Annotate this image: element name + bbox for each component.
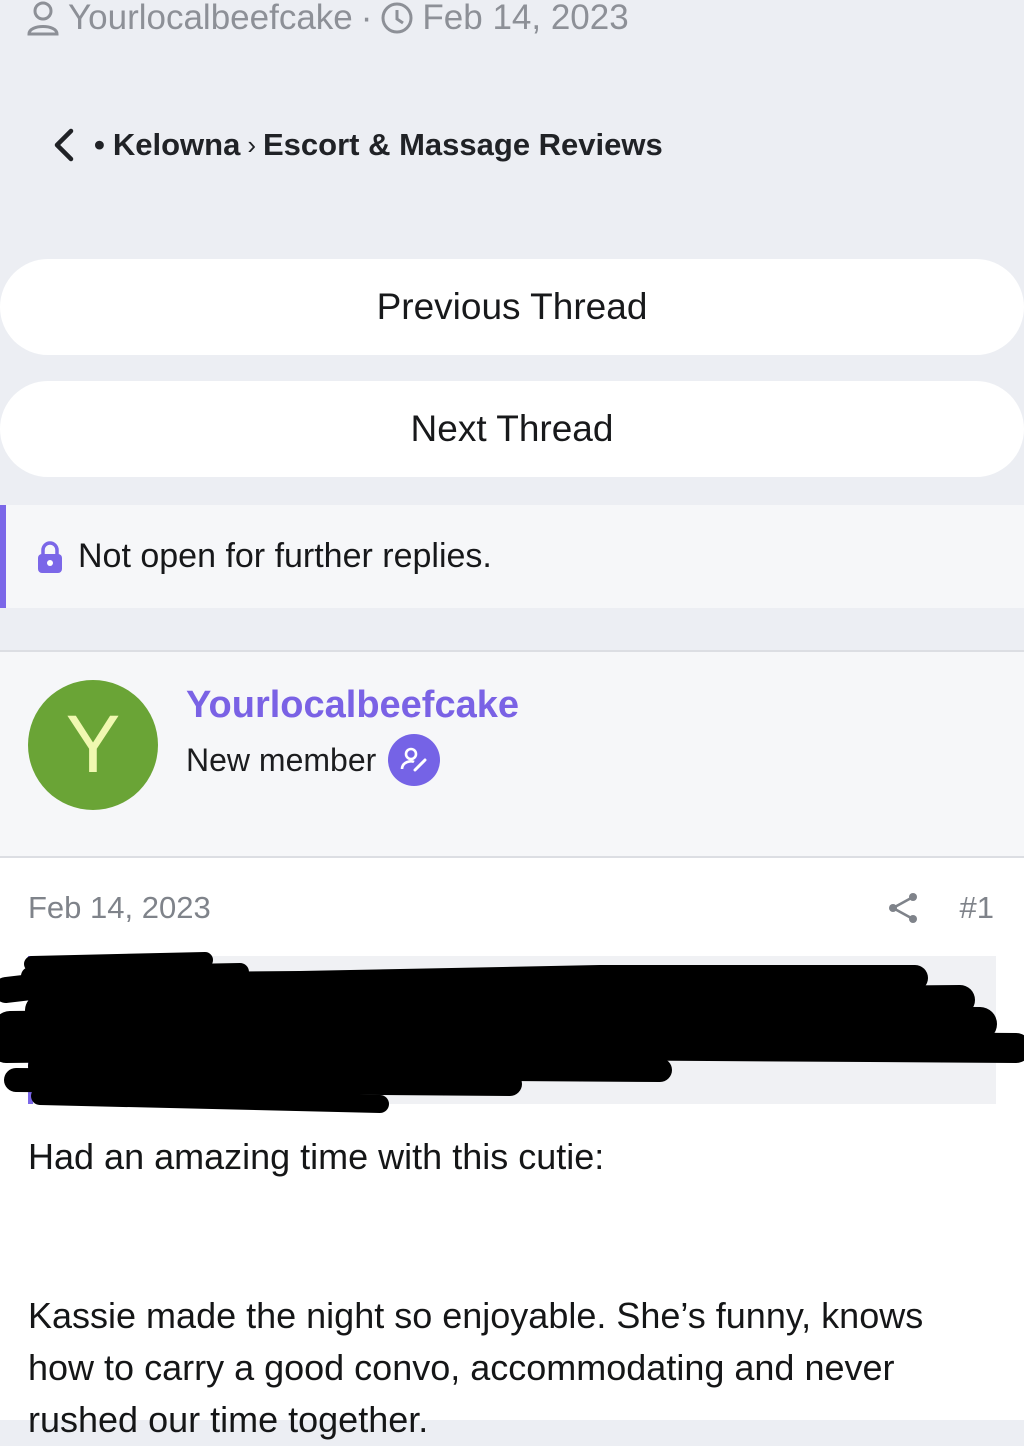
post: Feb 14, 2023 #1 Had an amazing time with… [0, 858, 1024, 1440]
post-author-name[interactable]: Yourlocalbeefcake [186, 684, 519, 727]
user-icon [26, 0, 60, 36]
post-author-block: Y Yourlocalbeefcake New member [0, 650, 1024, 858]
thread-meta: Yourlocalbeefcake · Feb 14, 2023 [26, 0, 629, 38]
meta-separator: · [360, 0, 373, 37]
locked-notice: Not open for further replies. [0, 505, 1024, 608]
breadcrumb: • Kelowna › Escort & Massage Reviews [44, 120, 663, 170]
breadcrumb-location[interactable]: Kelowna [113, 127, 240, 163]
post-intro-line: Had an amazing time with this cutie: [28, 1136, 605, 1177]
member-role: New member [186, 734, 441, 786]
redaction-scribble [0, 952, 1024, 1113]
member-role-label: New member [186, 741, 377, 778]
post-date[interactable]: Feb 14, 2023 [28, 890, 211, 926]
avatar[interactable]: Y [28, 680, 158, 810]
breadcrumb-separator: › [247, 129, 256, 160]
edit-badge-icon [388, 734, 441, 786]
breadcrumb-bullet: • [94, 127, 105, 162]
clock-icon [380, 1, 414, 35]
next-thread-button[interactable]: Next Thread [0, 381, 1024, 477]
thread-date[interactable]: Feb 14, 2023 [422, 0, 628, 38]
post-number[interactable]: #1 [960, 890, 994, 926]
post-body-paragraph: Kassie made the night so enjoyable. She’… [28, 1295, 924, 1440]
thread-author-link[interactable]: Yourlocalbeefcake [68, 0, 353, 38]
lock-icon [36, 540, 64, 574]
breadcrumb-forum[interactable]: Escort & Massage Reviews [263, 127, 663, 163]
share-icon[interactable] [884, 888, 924, 928]
locked-notice-text: Not open for further replies. [78, 537, 492, 575]
back-chevron-icon[interactable] [44, 120, 84, 170]
previous-thread-button[interactable]: Previous Thread [0, 259, 1024, 355]
